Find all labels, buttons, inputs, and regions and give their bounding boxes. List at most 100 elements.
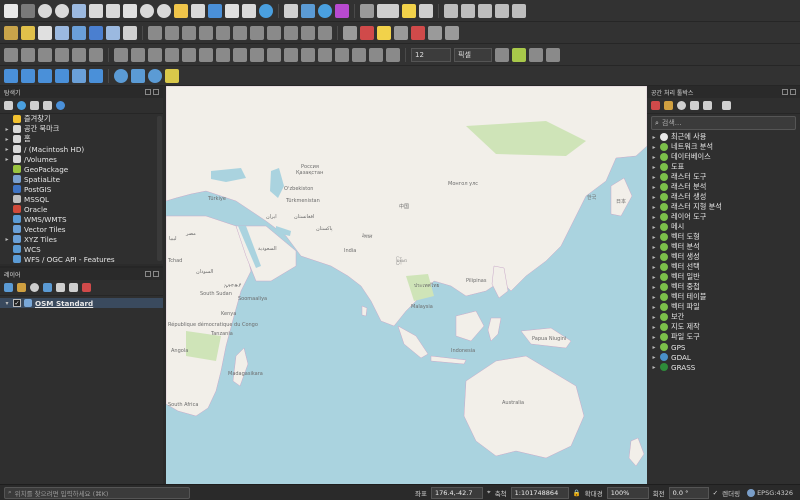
vertex-editor-icon[interactable] bbox=[512, 47, 526, 62]
rotate-feature-icon[interactable] bbox=[199, 47, 213, 62]
plugin-layer-icon[interactable] bbox=[38, 68, 52, 83]
add-postgis-icon[interactable] bbox=[89, 25, 103, 40]
expand-arrow-icon[interactable]: ▸ bbox=[651, 324, 657, 331]
edit-pencil-icon[interactable] bbox=[148, 25, 162, 40]
filter-legend-icon[interactable] bbox=[43, 283, 52, 292]
processing-group[interactable]: ▸ 파일 도구 bbox=[647, 332, 800, 342]
new-bookmark-icon[interactable] bbox=[174, 3, 188, 18]
zoom-in-icon[interactable] bbox=[38, 3, 52, 18]
new-layer-icon[interactable] bbox=[123, 25, 137, 40]
cut-icon[interactable] bbox=[267, 25, 281, 40]
expand-arrow-icon[interactable]: ▸ bbox=[651, 354, 657, 361]
zoom-out-icon[interactable] bbox=[55, 3, 69, 18]
scripts-icon[interactable] bbox=[664, 101, 673, 110]
show-bookmarks-icon[interactable] bbox=[191, 3, 205, 18]
simplify-icon[interactable] bbox=[216, 47, 230, 62]
collapse-all-icon[interactable] bbox=[69, 283, 78, 292]
add-ring-icon[interactable] bbox=[233, 47, 247, 62]
layer-visibility-checkbox[interactable]: ✓ bbox=[13, 299, 21, 307]
expand-arrow-icon[interactable]: ▸ bbox=[651, 174, 657, 181]
add-spatialite-icon[interactable] bbox=[72, 25, 86, 40]
add-layer-icon[interactable] bbox=[4, 101, 13, 110]
expand-arrow-icon[interactable]: ▸ bbox=[651, 204, 657, 211]
add-part-icon[interactable] bbox=[250, 47, 264, 62]
pan-icon[interactable] bbox=[4, 3, 18, 18]
crs-button[interactable]: EPSG:4326 bbox=[744, 487, 796, 499]
magnifier-field[interactable]: 100% bbox=[606, 486, 649, 499]
collapse-all-icon[interactable] bbox=[43, 101, 52, 110]
add-vector-icon[interactable] bbox=[4, 25, 18, 40]
globe-icon[interactable] bbox=[114, 68, 128, 83]
options-wrench-icon[interactable] bbox=[722, 101, 731, 110]
visibility-eye-icon[interactable] bbox=[30, 283, 39, 292]
digitize-icon[interactable] bbox=[182, 25, 196, 40]
float-panel-icon[interactable] bbox=[782, 89, 788, 95]
processing-group[interactable]: ▸ 벡터 일반 bbox=[647, 272, 800, 282]
float-panel-icon[interactable] bbox=[145, 89, 151, 95]
browser-item[interactable]: WFS / OGC API - Features bbox=[0, 254, 163, 264]
zoom-full-icon[interactable] bbox=[72, 3, 86, 18]
close-panel-icon[interactable] bbox=[790, 89, 796, 95]
processing-group[interactable]: ▸ 도표 bbox=[647, 162, 800, 172]
zoom-layer-icon[interactable] bbox=[106, 3, 120, 18]
processing-group[interactable]: ▸ 벡터 테이블 bbox=[647, 292, 800, 302]
browser-item[interactable]: 즐겨찾기 bbox=[0, 114, 163, 124]
processing-group[interactable]: ▸ 데이터베이스 bbox=[647, 152, 800, 162]
rotation-field[interactable]: 0.0 ° bbox=[668, 486, 709, 499]
expand-arrow-icon[interactable]: ▸ bbox=[651, 224, 657, 231]
expand-arrow-icon[interactable]: ▸ bbox=[651, 234, 657, 241]
split-parts-icon[interactable] bbox=[369, 47, 383, 62]
browser-item[interactable]: GeoPackage bbox=[0, 164, 163, 174]
zoom-last-icon[interactable] bbox=[140, 3, 154, 18]
expand-arrow-icon[interactable]: ▸ bbox=[651, 364, 657, 371]
browser-item[interactable]: ▸ / (Macintosh HD) bbox=[0, 144, 163, 154]
polygon-digitize-icon[interactable] bbox=[165, 47, 179, 62]
pan-to-selection-icon[interactable] bbox=[21, 3, 35, 18]
circle-digitize-icon[interactable] bbox=[131, 47, 145, 62]
locator-search[interactable]: ⌕ 위치를 찾으려면 입력하세요 (⌘K) bbox=[4, 486, 190, 499]
move-feature-icon[interactable] bbox=[182, 47, 196, 62]
expand-arrow-icon[interactable]: ▸ bbox=[4, 236, 10, 243]
offset-curve-icon[interactable] bbox=[335, 47, 349, 62]
expand-arrow-icon[interactable]: ▸ bbox=[651, 304, 657, 311]
snap-intersection-icon[interactable] bbox=[72, 47, 86, 62]
expand-arrow-icon[interactable]: ▸ bbox=[651, 274, 657, 281]
processing-group[interactable]: ▸ 래스터 지형 분석 bbox=[647, 202, 800, 212]
modify-attributes-icon[interactable] bbox=[233, 25, 247, 40]
processing-group[interactable]: ▸ 벡터 중첩 bbox=[647, 282, 800, 292]
annotation-icon[interactable] bbox=[402, 3, 416, 18]
rectangle-digitize-icon[interactable] bbox=[148, 47, 162, 62]
refresh-icon[interactable] bbox=[17, 101, 26, 110]
float-panel-icon[interactable] bbox=[145, 271, 151, 277]
map-canvas[interactable]: Россия Монгол улс Қазақстан 中国 한국 日本 Tür… bbox=[166, 86, 647, 484]
models-icon[interactable] bbox=[651, 101, 660, 110]
attribute-table-icon[interactable] bbox=[360, 3, 374, 18]
expand-arrow-icon[interactable]: ▸ bbox=[651, 264, 657, 271]
label-show-icon[interactable] bbox=[428, 25, 442, 40]
processing-group[interactable]: ▸ 벡터 선택 bbox=[647, 262, 800, 272]
plugin-point-icon[interactable] bbox=[55, 68, 69, 83]
plugin-measure-icon[interactable] bbox=[72, 68, 86, 83]
browser-item[interactable]: MSSQL bbox=[0, 194, 163, 204]
processing-group[interactable]: ▸ GPS bbox=[647, 342, 800, 352]
render-checkbox-icon[interactable]: ✓ bbox=[713, 489, 718, 497]
delete-part-icon[interactable] bbox=[301, 47, 315, 62]
snap-tolerance-icon[interactable] bbox=[55, 47, 69, 62]
expand-arrow-icon[interactable]: ▸ bbox=[651, 344, 657, 351]
annotation-text-icon[interactable] bbox=[444, 3, 458, 18]
add-mesh-icon[interactable] bbox=[38, 25, 52, 40]
plugin-nodes-icon[interactable] bbox=[21, 68, 35, 83]
browser-item[interactable]: ▸ 공간 북마크 bbox=[0, 124, 163, 134]
expand-arrow-icon[interactable]: ▸ bbox=[4, 156, 10, 163]
browser-item[interactable]: ▸ /Volumes bbox=[0, 154, 163, 164]
browser-item[interactable]: WCS bbox=[0, 244, 163, 254]
shape-digitize-icon[interactable] bbox=[114, 47, 128, 62]
expand-arrow-icon[interactable]: ▸ bbox=[651, 154, 657, 161]
edit-features-icon[interactable] bbox=[703, 101, 712, 110]
browser-item[interactable]: Oracle bbox=[0, 204, 163, 214]
zoom-selection-icon[interactable] bbox=[89, 3, 103, 18]
browser-item[interactable]: SpatiaLite bbox=[0, 174, 163, 184]
processing-search[interactable]: ⌕ 검색... bbox=[651, 116, 796, 130]
split-features-icon[interactable] bbox=[352, 47, 366, 62]
undo-icon[interactable] bbox=[318, 25, 332, 40]
